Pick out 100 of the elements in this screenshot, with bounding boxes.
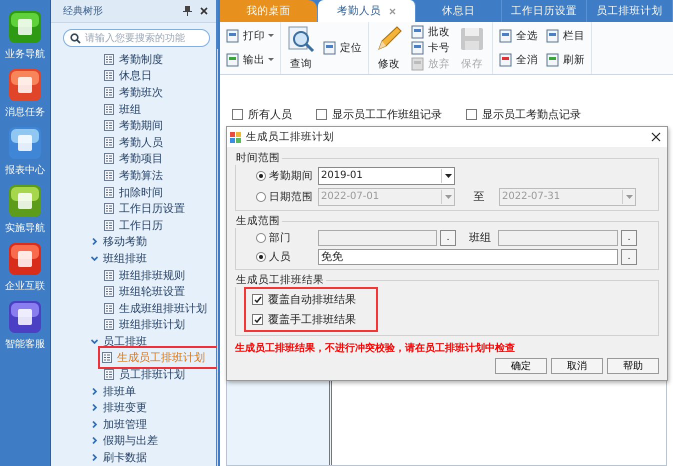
document-icon bbox=[226, 29, 240, 43]
chevron-icon[interactable] bbox=[91, 254, 98, 262]
checkbox[interactable] bbox=[252, 294, 263, 305]
pin-icon[interactable] bbox=[183, 6, 192, 16]
document-icon bbox=[323, 41, 337, 55]
document-icon bbox=[104, 186, 114, 198]
close-icon[interactable] bbox=[200, 7, 208, 15]
pencil-icon bbox=[375, 25, 403, 53]
caret-icon bbox=[268, 58, 274, 62]
radio-button[interactable] bbox=[256, 252, 266, 262]
browse-button[interactable]: . bbox=[440, 230, 456, 246]
period-dropdown[interactable]: 2019-01 bbox=[318, 166, 455, 184]
document-icon bbox=[104, 270, 114, 281]
toolbar-button[interactable]: 刷新 bbox=[544, 52, 587, 68]
tree-item[interactable]: 休息日 bbox=[102, 67, 154, 84]
nav-item[interactable]: 业务导航 bbox=[0, 10, 50, 61]
tab[interactable]: 考勤人员 bbox=[318, 0, 416, 22]
dialog-button[interactable]: 取消 bbox=[551, 358, 603, 374]
toolbar-button[interactable]: 全选 bbox=[497, 28, 540, 44]
tree-group[interactable]: 加班管理 bbox=[103, 416, 147, 432]
tree-item[interactable]: 考勤班次 bbox=[102, 84, 165, 101]
tree-group[interactable]: 假期与出差 bbox=[103, 433, 158, 448]
chevron-icon[interactable] bbox=[91, 338, 98, 345]
tree-item[interactable]: 考勤算法 bbox=[102, 166, 165, 184]
tree-item[interactable]: 班组轮班设置 bbox=[102, 283, 187, 300]
caret-icon bbox=[268, 34, 274, 38]
tree-item[interactable]: 班组排班规则 bbox=[102, 266, 187, 284]
toolbar-button[interactable]: 打印 bbox=[224, 28, 276, 44]
tree-item[interactable]: 扣除时间 bbox=[102, 184, 165, 201]
toolbar-button[interactable]: 定位 bbox=[321, 40, 364, 56]
close-icon[interactable] bbox=[651, 132, 661, 142]
tree-item[interactable]: 考勤期间 bbox=[102, 117, 165, 134]
tree-item[interactable]: 考勤制度 bbox=[102, 50, 165, 68]
tree-item[interactable]: 班组排班计划 bbox=[102, 316, 187, 334]
document-icon bbox=[104, 104, 114, 115]
dialog-button[interactable]: 帮助 bbox=[607, 358, 659, 374]
checkbox-label: 覆盖手工排班结果 bbox=[268, 312, 356, 327]
checkbox[interactable] bbox=[252, 314, 263, 325]
chevron-icon[interactable] bbox=[91, 388, 98, 395]
browse-button[interactable]: . bbox=[621, 230, 637, 246]
tree-item[interactable]: 生成班组排班计划 bbox=[102, 300, 209, 317]
tree-group[interactable]: 排班单 bbox=[103, 384, 136, 399]
nav-item[interactable]: 企业互联 bbox=[0, 242, 50, 293]
tree-group[interactable]: 员工排班 bbox=[103, 334, 147, 349]
toolbar-button[interactable]: 全消 bbox=[497, 52, 540, 68]
nav-item[interactable]: 消息任务 bbox=[0, 68, 50, 119]
tree-item[interactable]: 考勤项目 bbox=[102, 150, 165, 168]
document-icon bbox=[104, 286, 114, 298]
caret-icon bbox=[626, 194, 632, 198]
tree-group[interactable]: 刷卡数据 bbox=[103, 450, 147, 466]
toolbar-button[interactable]: 批改 bbox=[409, 24, 452, 40]
chevron-icon[interactable] bbox=[91, 404, 98, 412]
app-icon bbox=[8, 126, 42, 160]
radio-button[interactable] bbox=[256, 232, 266, 242]
tree-group[interactable]: 移动考勤 bbox=[103, 234, 147, 250]
toolbar-button[interactable]: 栏目 bbox=[544, 28, 587, 44]
department-field[interactable] bbox=[318, 230, 437, 246]
app-icon bbox=[8, 300, 42, 334]
nav-item[interactable]: 智能客服 bbox=[0, 300, 50, 351]
chevron-icon[interactable] bbox=[91, 238, 98, 246]
radio-button[interactable] bbox=[256, 192, 266, 202]
toolbar-button[interactable]: 输出 bbox=[224, 52, 276, 68]
team-field[interactable] bbox=[498, 230, 618, 246]
radio-button[interactable] bbox=[256, 170, 266, 180]
nav-item[interactable]: 实施导航 bbox=[0, 184, 50, 235]
app-icon bbox=[8, 242, 42, 276]
chevron-icon[interactable] bbox=[91, 454, 98, 462]
document-icon bbox=[499, 53, 513, 67]
tree-item[interactable]: 工作日历设置 bbox=[102, 200, 187, 218]
chevron-icon[interactable] bbox=[91, 420, 98, 428]
group-title: 时间范围 bbox=[235, 151, 281, 165]
search-icon bbox=[70, 32, 81, 44]
tree-item[interactable]: 考勤人员 bbox=[102, 134, 165, 151]
checkbox[interactable] bbox=[466, 108, 477, 120]
document-icon bbox=[104, 153, 114, 164]
tree-group[interactable]: 排班变更 bbox=[103, 400, 147, 416]
browse-button[interactable]: . bbox=[621, 248, 637, 264]
document-icon bbox=[546, 29, 560, 43]
tree-item[interactable]: 工作日历 bbox=[102, 216, 165, 234]
person-field[interactable]: 免免 bbox=[318, 248, 618, 264]
document-icon bbox=[411, 41, 425, 55]
checkbox[interactable] bbox=[232, 108, 243, 120]
chevron-icon[interactable] bbox=[91, 437, 98, 444]
document-icon bbox=[104, 170, 114, 181]
checkbox[interactable] bbox=[316, 108, 327, 120]
document-icon bbox=[226, 53, 240, 67]
tree-group[interactable]: 班组排班 bbox=[103, 250, 147, 266]
document-icon bbox=[102, 352, 112, 364]
nav-item[interactable]: 报表中心 bbox=[0, 126, 50, 177]
toolbar-button[interactable]: 查询 bbox=[285, 24, 317, 72]
tree-item[interactable]: 员工排班计划 bbox=[102, 366, 187, 384]
app-icon bbox=[8, 10, 42, 44]
tree-item[interactable]: 班组 bbox=[102, 100, 143, 118]
search-field[interactable]: 请输入您要搜索的功能 bbox=[63, 29, 210, 47]
radio-label: 人员 bbox=[269, 250, 292, 264]
dialog-button[interactable]: 确定 bbox=[495, 358, 547, 374]
toolbar-button[interactable]: 卡号 bbox=[409, 40, 452, 56]
toolbar-button[interactable]: 修改 bbox=[373, 24, 405, 72]
document-icon bbox=[104, 302, 114, 314]
caret-icon bbox=[444, 174, 452, 178]
